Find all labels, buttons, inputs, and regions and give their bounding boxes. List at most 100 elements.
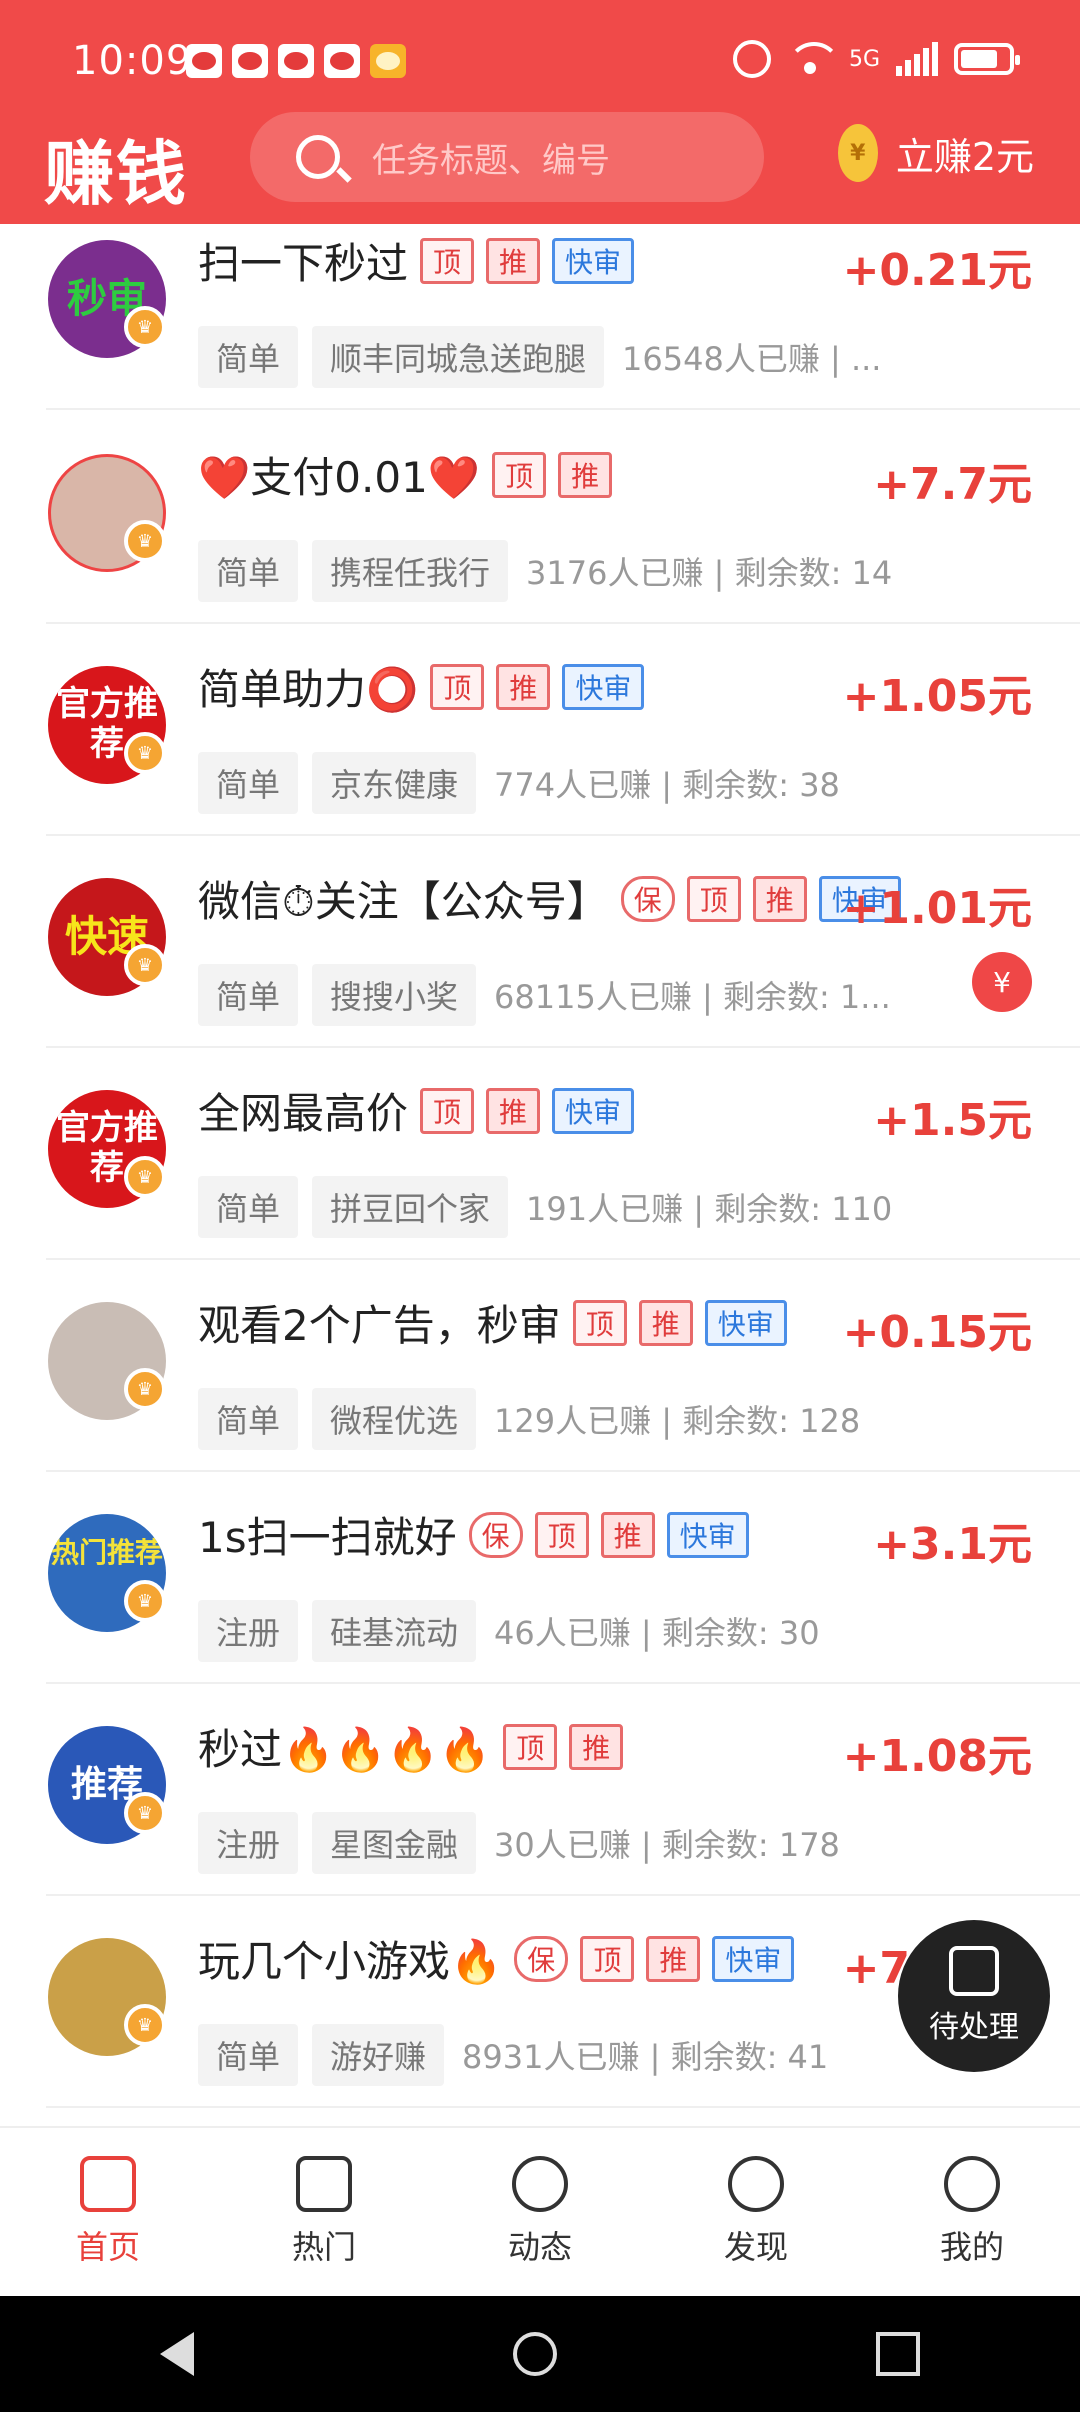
task-stats: 16548人已赚 | ... bbox=[622, 340, 882, 378]
task-merchant: 微程优选 bbox=[312, 1388, 477, 1450]
task-title: 观看2个广告，秒审 bbox=[198, 1301, 561, 1350]
tag-fast-review: 快审 bbox=[552, 237, 635, 284]
signal-icon bbox=[896, 42, 938, 76]
task-category: 简单 bbox=[198, 1388, 299, 1450]
red-packet-icon[interactable]: ¥ bbox=[972, 952, 1032, 1012]
search-icon bbox=[296, 135, 340, 179]
task-category: 简单 bbox=[198, 326, 299, 388]
app-notification-icon bbox=[232, 44, 268, 78]
task-category: 简单 bbox=[198, 2024, 299, 2086]
task-title: 微信⏱关注【公众号】 bbox=[198, 877, 609, 926]
task-item[interactable]: 推荐 ♛ 秒过🔥🔥🔥🔥 顶 推 +1.08元 注册 星图金融 30人已赚 | 剩… bbox=[0, 1684, 1080, 1896]
home-nav-icon[interactable] bbox=[512, 2332, 557, 2376]
tag-fast-review: 快审 bbox=[562, 663, 645, 710]
task-title: 全网最高价 bbox=[198, 1089, 409, 1138]
task-item[interactable]: 官方推荐 ♛ 全网最高价 顶 推 快审 +1.5元 简单 拼豆回个家 191人已… bbox=[0, 1048, 1080, 1260]
earn-now-label: 立赚2元 bbox=[895, 134, 1034, 179]
crown-icon: ♛ bbox=[124, 520, 166, 562]
tag-fast-review: 快审 bbox=[704, 1299, 787, 1346]
pending-float-button[interactable]: 待处理 bbox=[898, 1920, 1050, 2072]
tag-recommend: 推 bbox=[486, 237, 541, 284]
task-item[interactable]: 秒审 ♛ 扫一下秒过 顶 推 快审 +0.21元 简单 顺丰同城急送跑腿 165… bbox=[0, 224, 1080, 410]
system-nav-bar bbox=[0, 2296, 1080, 2412]
task-list: 秒审 ♛ 扫一下秒过 顶 推 快审 +0.21元 简单 顺丰同城急送跑腿 165… bbox=[0, 224, 1080, 2126]
tag-recommend: 推 bbox=[646, 1935, 701, 1982]
task-reward: +7.7元 bbox=[873, 459, 1032, 510]
tab-discover[interactable]: 发现 bbox=[648, 2128, 864, 2296]
network-type: 5G bbox=[848, 46, 880, 72]
tag-top: 顶 bbox=[420, 1087, 475, 1134]
tag-recommend: 推 bbox=[569, 1723, 624, 1770]
task-meta: 注册 硅基流动 46人已赚 | 剩余数: 30 bbox=[198, 1600, 820, 1662]
task-item[interactable]: 热门推荐 ♛ 1s扫一扫就好 保 顶 推 快审 +3.1元 注册 硅基流动 46… bbox=[0, 1472, 1080, 1684]
task-meta: 简单 拼豆回个家 191人已赚 | 剩余数: 110 bbox=[198, 1176, 892, 1238]
tag-recommend: 推 bbox=[496, 663, 551, 710]
task-stats: 3176人已赚 | 剩余数: 14 bbox=[526, 554, 893, 592]
tag-top: 顶 bbox=[534, 1511, 589, 1558]
crown-icon: ♛ bbox=[124, 944, 166, 986]
task-category: 简单 bbox=[198, 540, 299, 602]
app-notification-icon bbox=[324, 44, 360, 78]
task-reward: +0.15元 bbox=[842, 1307, 1032, 1358]
crown-icon: ♛ bbox=[124, 1580, 166, 1622]
task-title: 1s扫一扫就好 bbox=[198, 1513, 457, 1562]
task-title-row: 扫一下秒过 顶 推 快审 bbox=[198, 230, 635, 291]
back-icon[interactable] bbox=[159, 2332, 194, 2376]
top-bar: 10:09 5G 赚钱 任务标题、编号 ¥ 立赚2元 bbox=[0, 0, 1080, 224]
tab-home[interactable]: 首页 bbox=[0, 2128, 216, 2296]
task-stats: 191人已赚 | 剩余数: 110 bbox=[526, 1190, 893, 1228]
tab-label: 动态 bbox=[507, 2228, 572, 2266]
task-meta: 注册 星图金融 30人已赚 | 剩余数: 178 bbox=[198, 1812, 840, 1874]
task-category: 简单 bbox=[198, 1176, 299, 1238]
task-item[interactable]: 官方推荐 ♛ 简单助力⭕ 顶 推 快审 +1.05元 简单 京东健康 774人已… bbox=[0, 624, 1080, 836]
pending-icon bbox=[949, 1946, 999, 1996]
divider bbox=[46, 2106, 1080, 2108]
tab-label: 热门 bbox=[291, 2228, 356, 2266]
earn-now-button[interactable]: ¥ 立赚2元 bbox=[837, 124, 1034, 182]
status-time: 10:09 bbox=[72, 38, 193, 84]
task-category: 简单 bbox=[198, 752, 299, 814]
crown-icon: ♛ bbox=[124, 1368, 166, 1410]
alarm-icon bbox=[732, 40, 771, 78]
tag-top: 顶 bbox=[430, 663, 485, 710]
tag-top: 顶 bbox=[420, 237, 475, 284]
task-reward: +1.5元 bbox=[873, 1095, 1032, 1146]
task-merchant: 硅基流动 bbox=[312, 1600, 477, 1662]
task-title: 秒过🔥🔥🔥🔥 bbox=[198, 1725, 492, 1774]
tag-recommend: 推 bbox=[558, 451, 613, 498]
crown-icon: ♛ bbox=[124, 732, 166, 774]
task-item[interactable]: ♛ ❤️支付0.01❤️ 顶 推 +7.7元 简单 携程任我行 3176人已赚 … bbox=[0, 412, 1080, 624]
home-icon bbox=[80, 2156, 136, 2212]
hot-icon bbox=[296, 2156, 352, 2212]
recents-icon[interactable] bbox=[876, 2332, 921, 2376]
crown-icon: ♛ bbox=[124, 1156, 166, 1198]
tag-recommend: 推 bbox=[752, 875, 807, 922]
tag-recommend: 推 bbox=[638, 1299, 693, 1346]
search-bar[interactable]: 任务标题、编号 bbox=[250, 112, 764, 202]
tag-top: 顶 bbox=[572, 1299, 627, 1346]
tag-top: 顶 bbox=[686, 875, 741, 922]
tag-guarantee: 保 bbox=[468, 1511, 523, 1558]
task-merchant: 顺丰同城急送跑腿 bbox=[312, 326, 605, 388]
tab-profile[interactable]: 我的 bbox=[864, 2128, 1080, 2296]
task-reward: +0.21元 bbox=[842, 245, 1032, 296]
task-stats: 30人已赚 | 剩余数: 178 bbox=[494, 1826, 840, 1864]
tab-feed[interactable]: 动态 bbox=[432, 2128, 648, 2296]
tag-fast-review: 快审 bbox=[712, 1935, 795, 1982]
broadcast-icon bbox=[512, 2156, 568, 2212]
tag-fast-review: 快审 bbox=[552, 1087, 635, 1134]
tag-top: 顶 bbox=[580, 1935, 635, 1982]
task-reward: +1.01元 bbox=[842, 883, 1032, 934]
crown-icon: ♛ bbox=[124, 2004, 166, 2046]
task-item[interactable]: 快速 ♛ 微信⏱关注【公众号】 保 顶 推 快审 +1.01元 简单 搜搜小奖 … bbox=[0, 836, 1080, 1048]
tab-label: 发现 bbox=[723, 2228, 788, 2266]
task-stats: 129人已赚 | 剩余数: 128 bbox=[494, 1402, 861, 1440]
task-meta: 简单 京东健康 774人已赚 | 剩余数: 38 bbox=[198, 752, 840, 814]
task-title-row: 秒过🔥🔥🔥🔥 顶 推 bbox=[198, 1716, 624, 1777]
task-item[interactable]: ♛ 观看2个广告，秒审 顶 推 快审 +0.15元 简单 微程优选 129人已赚… bbox=[0, 1260, 1080, 1472]
task-category: 注册 bbox=[198, 1812, 299, 1874]
tag-top: 顶 bbox=[503, 1723, 558, 1770]
tab-hot[interactable]: 热门 bbox=[216, 2128, 432, 2296]
app-notification-icon bbox=[278, 44, 314, 78]
wifi-icon bbox=[786, 42, 841, 76]
